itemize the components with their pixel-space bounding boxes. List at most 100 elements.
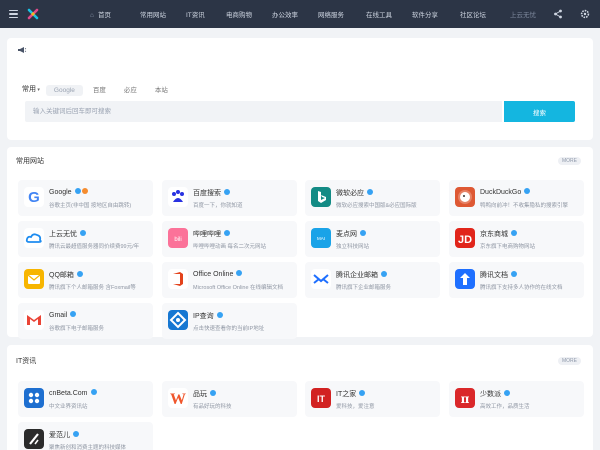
site-name-text: 哔哩哔哩 xyxy=(193,231,221,238)
site-description: 聚焦新创和消费主题的科技媒体 xyxy=(49,445,127,450)
site-card[interactable]: 腾讯文档 腾讯旗下支持多人协作的在线文档 xyxy=(449,262,584,298)
svg-text:π: π xyxy=(461,392,470,406)
site-description: 微软必应搜索中国版&必应国际版 xyxy=(336,203,417,209)
site-card[interactable]: QQ邮箱 腾讯旗下个人邮箱服务 含Foxmail等 xyxy=(18,262,153,298)
nav-item[interactable]: 电商购物 xyxy=(226,9,252,19)
nav-item[interactable]: 上云无忧 xyxy=(510,9,536,19)
nav-item[interactable]: 首页 xyxy=(90,9,111,19)
site-card[interactable]: 腾讯企业邮箱腾讯旗下企业邮箱服务 xyxy=(305,262,440,298)
verified-badge xyxy=(360,230,366,236)
verified-badge xyxy=(236,270,243,276)
nav-item[interactable]: 网络服务 xyxy=(318,9,344,19)
top-navbar: 首页 常用网站 IT资讯 电商购物 办公效率 网络服务 在线工具 软件分享 社区论坛 上云无忧 xyxy=(0,0,600,28)
site-name-text: Google xyxy=(49,189,72,196)
site-description: 独立科技网站 xyxy=(336,244,370,250)
site-card[interactable]: IT IT之家爱科技，爱注意 xyxy=(305,381,440,417)
more-link[interactable]: MORE xyxy=(558,157,581,165)
site-name: 少数派 xyxy=(480,389,510,399)
site-name: 麦点网 xyxy=(336,229,366,239)
gear-icon[interactable] xyxy=(578,7,592,21)
site-description: 百度一下，你就知道 xyxy=(193,203,243,209)
verified-badge xyxy=(224,189,230,195)
announcement-icon xyxy=(17,46,27,54)
site-card[interactable]: G Google 谷歌主页(非中国 按地区自由跳转) xyxy=(18,180,153,216)
search-engine-tab[interactable]: 必应 xyxy=(116,85,145,96)
site-card[interactable]: Office Online Microsoft Office Online 在线编… xyxy=(162,262,297,298)
tencent-docs-icon xyxy=(455,269,475,289)
search-engine-tab[interactable]: 百度 xyxy=(85,85,114,96)
site-description: 爱科技，爱注意 xyxy=(336,404,375,410)
site-description: 鸭鸭向前冲！不收集隐私的搜索引擎 xyxy=(480,203,569,209)
verified-badge xyxy=(70,311,77,317)
office-icon xyxy=(168,269,188,289)
search-button[interactable]: 搜索 xyxy=(504,101,575,122)
site-name-text: 爱范儿 xyxy=(49,432,70,439)
search-engine-tab[interactable]: Google xyxy=(45,85,83,96)
qqmail-icon xyxy=(24,269,44,289)
site-description: 腾讯旗下企业邮箱服务 xyxy=(336,285,392,291)
ifanr-icon xyxy=(24,429,44,449)
maidian-icon: MAI xyxy=(311,228,331,248)
verified-badge xyxy=(76,271,83,277)
more-link[interactable]: MORE xyxy=(558,357,581,365)
site-name: IT之家 xyxy=(336,389,366,399)
site-description: 中文业界资讯站 xyxy=(49,404,88,410)
nav-item[interactable]: 社区论坛 xyxy=(460,9,486,19)
nav-item[interactable]: 办公效率 xyxy=(272,9,298,19)
site-card[interactable]: Gmail 谷歌旗下电子邮箱服务 xyxy=(18,303,153,339)
ithome-icon: IT xyxy=(311,388,331,408)
site-card[interactable]: IP查询 点击快速查看你的当前IP地址 xyxy=(162,303,297,339)
site-name-text: 腾讯企业邮箱 xyxy=(336,272,378,279)
verified-badge xyxy=(511,271,517,277)
nav-item[interactable]: IT资讯 xyxy=(186,9,205,19)
nav-item[interactable]: 在线工具 xyxy=(366,9,392,19)
svg-text:G: G xyxy=(28,189,40,206)
site-name-text: 百度搜索 xyxy=(193,190,221,197)
site-name: IP查询 xyxy=(193,311,223,321)
site-name: 上云无忧 xyxy=(49,229,86,239)
svg-text:W: W xyxy=(170,391,186,408)
site-name-text: DuckDuckGo xyxy=(480,189,522,196)
cloud-icon xyxy=(24,228,44,248)
share-icon[interactable] xyxy=(551,7,565,21)
verified-badge xyxy=(524,188,531,194)
svg-text:IT: IT xyxy=(317,394,326,404)
site-card[interactable]: W 品玩 有品好玩的科技 xyxy=(162,381,297,417)
duckduckgo-icon xyxy=(455,187,475,207)
verified-badge xyxy=(511,230,517,236)
site-name: 腾讯文档 xyxy=(480,270,517,280)
site-card[interactable]: π 少数派 高效工作，品质生活 xyxy=(449,381,584,417)
search-category-select[interactable]: 常用 xyxy=(22,84,40,94)
site-logo[interactable] xyxy=(26,7,40,21)
hot-badge xyxy=(81,188,88,194)
nav-item[interactable]: 常用网站 xyxy=(140,9,166,19)
site-card[interactable]: 微软必应 微软必应搜索中国版&必应国际版 xyxy=(305,180,440,216)
site-name-text: 麦点网 xyxy=(336,231,357,238)
nav-item[interactable]: 软件分享 xyxy=(412,9,438,19)
site-description: 有品好玩的科技 xyxy=(193,404,232,410)
site-card[interactable]: bili 哔哩哔哩 哔哩哔哩动画 每名二次元网站 xyxy=(162,221,297,257)
site-card[interactable]: 上云无忧 腾讯云最超值服务器同价续费99元/年 xyxy=(18,221,153,257)
menu-icon[interactable] xyxy=(6,7,20,21)
verified-badge xyxy=(216,312,223,318)
site-name-text: IT之家 xyxy=(336,391,357,398)
site-name-text: Gmail xyxy=(49,312,68,319)
site-description: 哔哩哔哩动画 每名二次元网站 xyxy=(193,244,267,250)
search-engine-tab[interactable]: 本站 xyxy=(147,85,176,96)
site-name: 百度搜索 xyxy=(193,188,230,198)
site-name-text: 京东商城 xyxy=(480,231,508,238)
site-name-text: 少数派 xyxy=(480,391,501,398)
site-name-text: 上云无忧 xyxy=(49,231,77,238)
site-card[interactable]: DuckDuckGo 鸭鸭向前冲！不收集隐私的搜索引擎 xyxy=(449,180,584,216)
site-card[interactable]: cnBeta.Com 中文业界资讯站 xyxy=(18,381,153,417)
site-name-text: Office Online xyxy=(193,271,234,278)
site-card[interactable]: JD 京东商城 京东旗下电商购物网站 xyxy=(449,221,584,257)
site-name-text: 腾讯文档 xyxy=(480,272,508,279)
section-title: 常用网站 xyxy=(16,158,44,165)
site-description: Microsoft Office Online 在线编辑文档 xyxy=(193,285,284,291)
site-card[interactable]: 百度搜索百度一下，你就知道 xyxy=(162,180,297,216)
verified-badge xyxy=(73,431,79,437)
site-card[interactable]: 爱范儿聚焦新创和消费主题的科技媒体 xyxy=(18,422,153,450)
site-card[interactable]: MAI 麦点网独立科技网站 xyxy=(305,221,440,257)
search-input[interactable] xyxy=(25,101,502,122)
